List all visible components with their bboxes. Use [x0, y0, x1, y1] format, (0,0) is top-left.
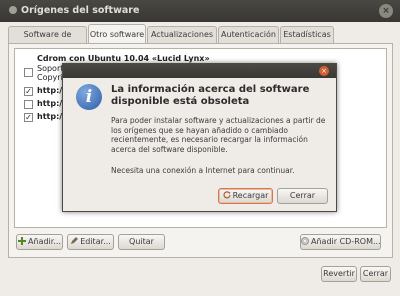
- dialog-titlebar: ×: [63, 64, 336, 78]
- add-cdrom-button[interactable]: Añadir CD-ROM...: [300, 234, 381, 250]
- stale-info-dialog: × i La información acerca del software d…: [62, 63, 337, 212]
- edit-icon: [70, 236, 79, 244]
- edit-label: Editar...: [80, 237, 111, 246]
- remove-button[interactable]: Quitar: [118, 234, 165, 250]
- source-checkbox[interactable]: ✓: [24, 87, 33, 96]
- source-checkbox[interactable]: [24, 100, 33, 109]
- cdrom-icon: [301, 236, 309, 245]
- add-label: Añadir...: [28, 237, 61, 246]
- edit-button[interactable]: Editar...: [67, 234, 114, 250]
- source-checkbox[interactable]: ✓: [24, 113, 33, 122]
- tab-estadisticas[interactable]: Estadísticas: [280, 26, 334, 43]
- reload-button[interactable]: Recargar: [218, 188, 273, 204]
- cancel-button[interactable]: Cerrar: [277, 188, 328, 204]
- tab-actualizaciones[interactable]: Actualizaciones: [147, 26, 217, 43]
- window-titlebar: Orígenes del software ×: [0, 0, 400, 22]
- dialog-heading: La información acerca del software dispo…: [111, 84, 310, 107]
- dialog-body: Para poder instalar software y actualiza…: [111, 116, 326, 154]
- window-title: Orígenes del software: [21, 5, 140, 16]
- dialog-connection-note: Necesita una conexión a Internet para co…: [111, 166, 295, 175]
- dialog-close-icon[interactable]: ×: [319, 66, 329, 76]
- window-icon: [9, 6, 17, 14]
- info-icon: i: [76, 84, 102, 110]
- close-button[interactable]: Cerrar: [360, 266, 391, 282]
- tab-autenticacion[interactable]: Autenticación: [218, 26, 279, 43]
- add-cdrom-label: Añadir CD-ROM...: [311, 237, 381, 246]
- revert-button[interactable]: Revertir: [321, 266, 357, 282]
- add-button[interactable]: Añadir...: [16, 234, 63, 250]
- cdrom-title: Cdrom con Ubuntu 10.04 «Lucid Lynx»: [37, 54, 210, 63]
- refresh-icon: [223, 190, 231, 199]
- reload-label: Recargar: [232, 191, 269, 200]
- tab-otro-software[interactable]: Otro software: [88, 24, 146, 44]
- window-close-button[interactable]: ×: [379, 4, 393, 18]
- add-icon: [18, 236, 27, 245]
- source-checkbox[interactable]: [24, 68, 33, 77]
- tab-software-de-ubuntu[interactable]: Software de Ubuntu: [8, 26, 87, 54]
